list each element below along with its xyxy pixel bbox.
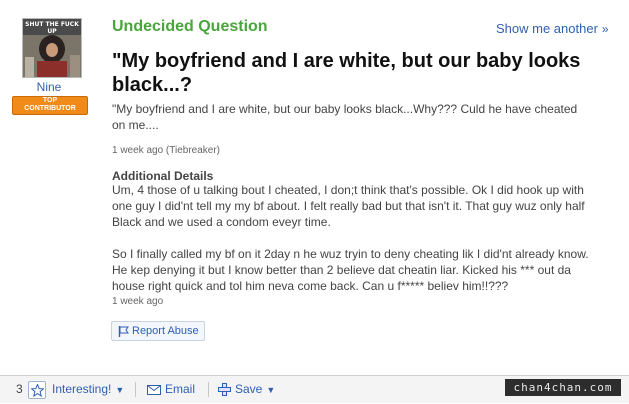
report-abuse-label: Report Abuse: [132, 325, 199, 337]
action-separator: [208, 382, 209, 397]
interesting-label: Interesting!: [52, 382, 112, 396]
save-button[interactable]: Save ▼: [235, 376, 275, 403]
additional-details-title: Additional Details: [112, 169, 214, 183]
badge-line-2: CONTRIBUTOR: [24, 105, 76, 112]
action-separator: [135, 382, 136, 397]
user-avatar[interactable]: SHUT THE FUCK UP: [22, 18, 82, 78]
save-label: Save: [235, 382, 263, 396]
flag-icon: [118, 326, 129, 337]
question-title: "My boyfriend and I are white, but our b…: [112, 50, 581, 96]
user-name[interactable]: Nine: [12, 80, 86, 94]
avatar-caption: SHUT THE FUCK UP: [25, 21, 79, 35]
question-body: "My boyfriend and I are white, but our b…: [112, 102, 578, 132]
show-another-link[interactable]: Show me another»: [496, 21, 609, 36]
details-paragraph-1: Um, 4 those of u talking bout I cheated,…: [112, 183, 585, 229]
plus-icon[interactable]: [218, 383, 231, 396]
caret-down-icon: ▼: [115, 385, 125, 395]
envelope-icon[interactable]: [147, 385, 161, 395]
badge-line-1: TOP: [42, 97, 58, 104]
chevron-right-icon: »: [601, 22, 609, 36]
caret-down-icon: ▼: [266, 385, 276, 395]
question-meta: 1 week ago (Tiebreaker): [112, 145, 221, 156]
watermark: chan4chan.com: [505, 379, 621, 396]
interesting-button[interactable]: Interesting! ▼: [52, 376, 124, 403]
additional-details-body: Um, 4 those of u talking bout I cheated,…: [112, 182, 602, 294]
details-paragraph-2: So I finally called my bf on it 2day n h…: [112, 247, 589, 293]
report-abuse-button[interactable]: Report Abuse: [111, 321, 205, 341]
interesting-count: 3: [16, 382, 23, 396]
star-icon: [31, 384, 44, 397]
show-another-label: Show me another: [496, 21, 598, 36]
question-type: Undecided Question: [112, 18, 268, 35]
email-button[interactable]: Email: [165, 376, 195, 403]
details-meta: 1 week ago: [112, 296, 164, 307]
star-button[interactable]: [28, 381, 46, 399]
top-contributor-badge: TOP CONTRIBUTOR: [12, 96, 88, 115]
